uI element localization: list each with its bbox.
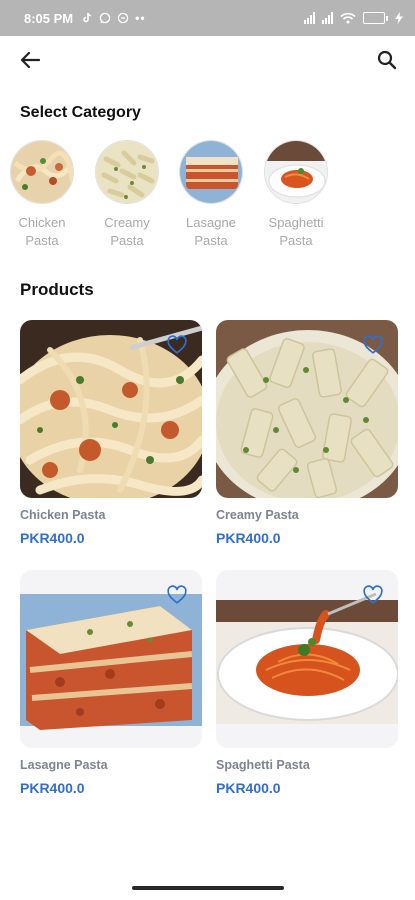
category-creamy-pasta[interactable]: Creamy Pasta [84,140,170,250]
category-chicken-pasta[interactable]: Chicken Pasta [0,140,85,250]
product-card-spaghetti-pasta[interactable]: Spaghetti Pasta PKR400.0 [216,570,398,798]
category-label: Spaghetti Pasta [268,215,324,248]
product-image [216,320,398,498]
product-price: PKR400.0 [20,530,85,546]
category-lasagne-pasta[interactable]: Lasagne Pasta [168,140,254,250]
category-label: Chicken Pasta [18,215,66,248]
favorite-heart-icon[interactable] [166,334,188,356]
product-name: Chicken Pasta [20,508,106,522]
select-category-title: Select Category [20,104,141,121]
product-name: Lasagne Pasta [20,758,108,772]
signal-icon [304,12,315,24]
arrow-left-icon [20,51,40,69]
category-image [179,140,243,204]
product-image [20,320,202,498]
category-list: Chicken Pasta Creamy Pasta Lasagne Pasta Sp… [0,140,415,260]
category-image [10,140,74,204]
category-spaghetti-pasta[interactable]: Spaghetti Pasta [253,140,339,250]
product-price: PKR400.0 [216,530,281,546]
battery-icon [363,12,388,24]
product-name: Spaghetti Pasta [216,758,310,772]
status-time: 8:05 PM [24,10,74,26]
home-indicator[interactable] [132,886,284,890]
bolt-icon [395,12,403,24]
favorite-heart-icon[interactable] [362,334,384,356]
favorite-heart-icon[interactable] [362,584,384,606]
category-image [95,140,159,204]
product-card-lasagne-pasta[interactable]: Lasagne Pasta PKR400.0 [20,570,202,798]
favorite-heart-icon[interactable] [166,584,188,606]
product-card-chicken-pasta[interactable]: Chicken Pasta PKR400.0 [20,320,202,548]
back-button[interactable] [16,46,44,74]
product-price: PKR400.0 [20,780,85,796]
search-button[interactable] [373,46,401,74]
whatsapp-icon [99,12,111,24]
search-icon [377,50,397,70]
category-label: Creamy Pasta [104,215,150,248]
product-image [20,570,202,748]
product-image [216,570,398,748]
product-name: Creamy Pasta [216,508,299,522]
circle-icon [117,12,129,24]
products-title: Products [20,280,94,299]
category-label: Lasagne Pasta [186,215,236,248]
product-card-creamy-pasta[interactable]: Creamy Pasta PKR400.0 [216,320,398,548]
tiktok-icon [83,12,92,23]
wifi-icon [340,12,356,24]
category-image [264,140,328,204]
product-price: PKR400.0 [216,780,281,796]
status-bar: 8:05 PM •• [0,0,415,36]
more-icon: •• [135,11,146,25]
signal-icon [322,12,333,24]
app-bar [0,36,415,84]
